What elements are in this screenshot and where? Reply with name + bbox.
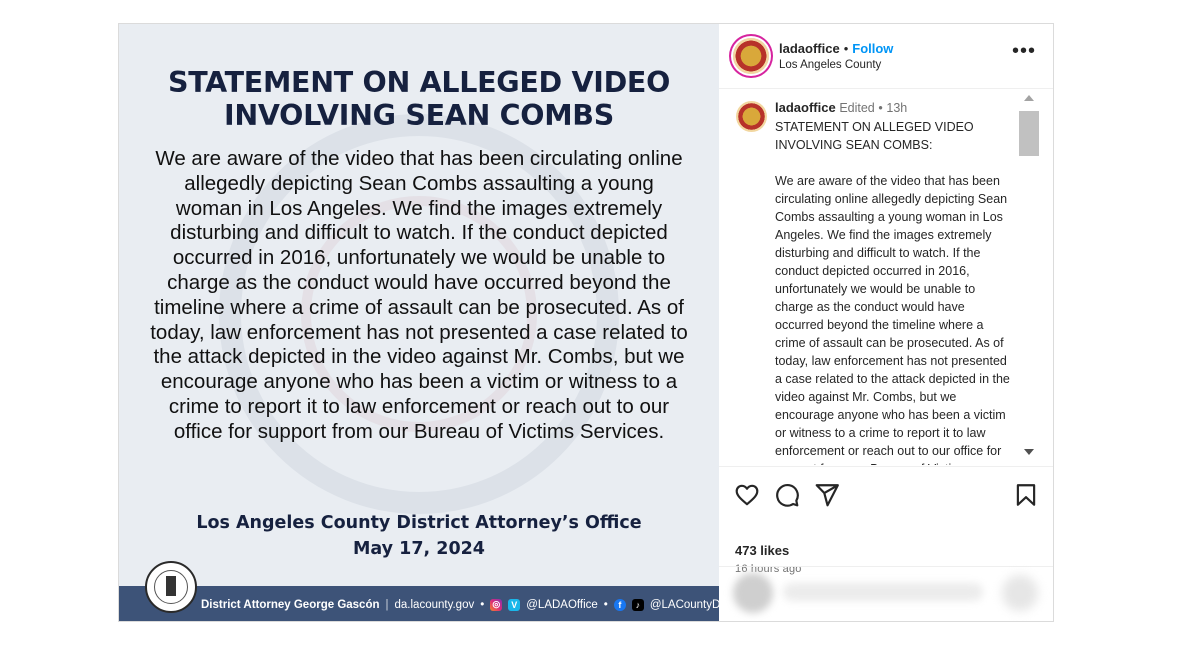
instagram-post-modal: STATEMENT ON ALLEGED VIDEO INVOLVING SEA… [118, 23, 1054, 622]
bookmark-icon[interactable] [1013, 482, 1039, 508]
post-header: ladaoffice • Follow Los Angeles County ••• [719, 24, 1053, 89]
footer-contact-line: District Attorney George Gascón | da.lac… [201, 586, 719, 621]
caption-text: STATEMENT ON ALLEGED VIDEO INVOLVING SEA… [775, 120, 1010, 465]
office-name: Los Angeles County District Attorney’s O… [196, 513, 642, 533]
statement-title: STATEMENT ON ALLEGED VIDEO INVOLVING SEA… [119, 66, 719, 132]
header-dot: • [843, 41, 849, 56]
caption-user-line: ladaoffice Edited • 13h [775, 100, 907, 115]
scroll-up-arrow-icon[interactable] [1024, 95, 1034, 101]
footer-bullet: • [480, 598, 485, 611]
blurred-emoji-icon[interactable] [1002, 575, 1038, 611]
share-icon[interactable] [814, 482, 840, 508]
caption-scrollbar[interactable] [1018, 89, 1040, 465]
statement-title-line-1: STATEMENT ON ALLEGED VIDEO [167, 66, 671, 99]
comment-composer[interactable] [719, 566, 1053, 621]
location-link[interactable]: Los Angeles County [779, 59, 881, 71]
instagram-icon: ◎ [490, 598, 503, 611]
footer-handle-2: @LACountyDA [649, 598, 719, 611]
district-attorney-seal-icon [145, 561, 197, 613]
footer-website: da.lacounty.gov [394, 598, 475, 611]
post-side-panel: ladaoffice • Follow Los Angeles County •••… [719, 24, 1053, 621]
vimeo-icon: V [508, 598, 521, 611]
like-count[interactable]: 473 likes [735, 543, 789, 558]
caption-dot: • [878, 101, 883, 115]
post-image[interactable]: STATEMENT ON ALLEGED VIDEO INVOLVING SEA… [119, 24, 719, 621]
more-options-icon[interactable]: ••• [1012, 41, 1036, 61]
heart-icon[interactable] [734, 482, 760, 508]
post-actions: 473 likes 16 hours ago [719, 466, 1053, 575]
caption-username[interactable]: ladaoffice [775, 100, 836, 115]
caption-avatar[interactable] [736, 101, 767, 132]
caption-scroll-area[interactable]: ladaoffice Edited • 13h STATEMENT ON ALL… [719, 89, 1053, 465]
statement-signature: Los Angeles County District Attorney’s O… [119, 510, 719, 562]
follow-button[interactable]: Follow [852, 41, 893, 56]
header-user-line: ladaoffice • Follow [779, 41, 893, 56]
footer-handle-1: @LADAOffice [526, 598, 598, 611]
footer-bullet: • [603, 598, 608, 611]
footer-da-name: District Attorney George Gascón [201, 598, 380, 611]
scroll-down-arrow-icon[interactable] [1024, 449, 1034, 455]
comment-icon[interactable] [774, 482, 800, 508]
statement-body: We are aware of the video that has been … [150, 147, 688, 443]
footer-divider: | [385, 598, 389, 611]
avatar[interactable] [733, 38, 769, 74]
statement-title-line-2: INVOLVING SEAN COMBS [224, 99, 614, 132]
blurred-avatar [733, 573, 773, 613]
statement-date: May 17, 2024 [353, 539, 485, 559]
facebook-icon: f [613, 598, 626, 611]
header-username[interactable]: ladaoffice [779, 41, 840, 56]
caption-edited: Edited [839, 101, 875, 115]
image-footer-band: District Attorney George Gascón | da.lac… [119, 586, 719, 621]
caption-time[interactable]: 13h [886, 101, 907, 115]
blurred-comment-input[interactable] [783, 583, 983, 601]
tiktok-icon: ♪ [631, 598, 644, 611]
scrollbar-thumb[interactable] [1019, 111, 1039, 156]
